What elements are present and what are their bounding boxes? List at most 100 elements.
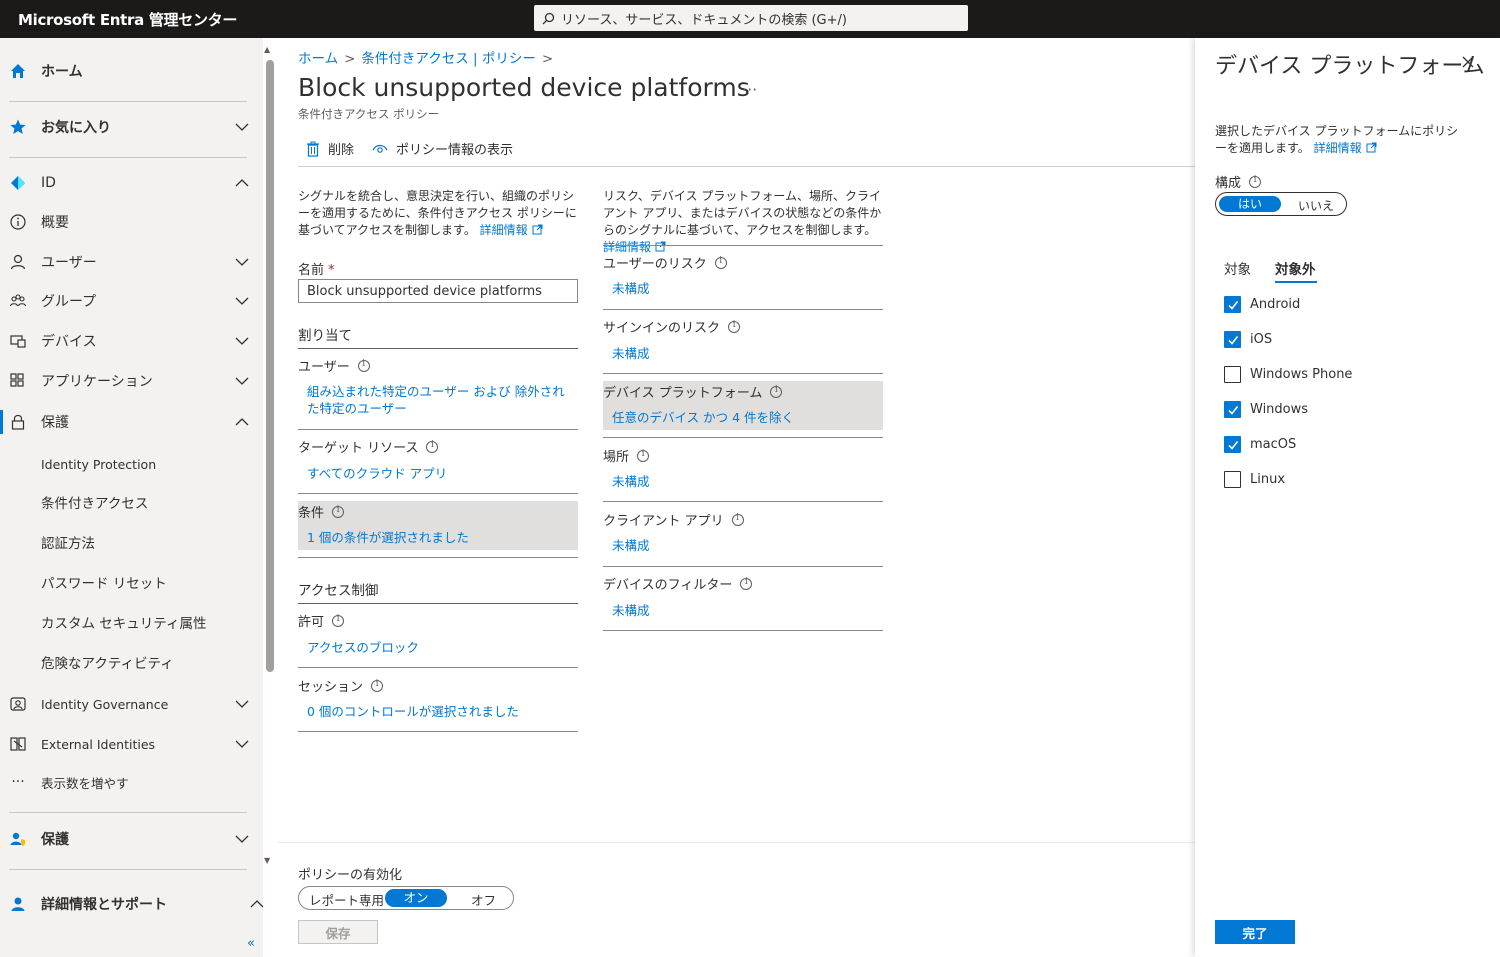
info-icon[interactable]	[1249, 175, 1262, 188]
chevron-down-icon[interactable]	[233, 332, 251, 350]
sidebar-item-users[interactable]: ユーザー	[0, 244, 263, 280]
page-subtitle: 条件付きアクセス ポリシー	[298, 107, 440, 121]
name-input[interactable]: Block unsupported device platforms	[298, 279, 578, 303]
sidebar-item-learn-support[interactable]: 詳細情報とサポート	[0, 886, 264, 922]
section-divider	[298, 348, 578, 349]
view-policy-info-button[interactable]: ポリシー情報の表示	[372, 139, 513, 158]
info-icon[interactable]	[426, 440, 439, 453]
sidebar-item-show-more[interactable]: ··· 表示数を増やす	[0, 764, 263, 800]
info-icon[interactable]	[332, 614, 345, 627]
no-option[interactable]: いいえ	[1298, 197, 1334, 214]
on-option[interactable]: オン	[385, 889, 447, 907]
platform-checkbox-row[interactable]: Windows	[1224, 401, 1308, 418]
users-value-link[interactable]: 組み込まれた特定のユーザー および 除外された特定のユーザー	[307, 383, 572, 417]
chevron-down-icon[interactable]	[233, 735, 251, 753]
chevron-down-icon[interactable]	[233, 118, 251, 136]
info-icon[interactable]	[332, 505, 345, 518]
sidebar-item-risky-activities[interactable]: 危険なアクティビティ	[0, 644, 263, 680]
close-icon[interactable]	[1460, 54, 1476, 70]
more-options-button[interactable]: ···	[742, 80, 757, 99]
info-icon[interactable]	[714, 256, 727, 269]
breadcrumb-home[interactable]: ホーム	[298, 51, 338, 67]
sidebar-item-conditional-access[interactable]: 条件付きアクセス	[0, 484, 263, 520]
sidebar-item-identity-protection[interactable]: Identity Protection	[0, 446, 263, 482]
signin-risk-value-link[interactable]: 未構成	[612, 345, 650, 362]
conditions-value-link[interactable]: 1 個の条件が選択されました	[307, 529, 469, 546]
chevron-down-icon[interactable]	[233, 372, 251, 390]
sidebar-item-auth-methods[interactable]: 認証方法	[0, 524, 263, 560]
sidebar-scrollbar-thumb[interactable]	[266, 60, 274, 672]
enable-policy-toggle[interactable]: レポート専用 オン オフ	[298, 886, 514, 910]
sidebar-item-overview[interactable]: 概要	[0, 204, 263, 240]
learn-more-link[interactable]: 詳細情報	[603, 240, 651, 254]
checkbox-checked[interactable]	[1224, 436, 1241, 453]
sidebar-item-devices[interactable]: デバイス	[0, 323, 263, 359]
grant-value-link[interactable]: アクセスのブロック	[307, 639, 419, 656]
sidebar-item-applications[interactable]: アプリケーション	[0, 363, 263, 399]
report-only-option[interactable]: レポート専用	[309, 890, 384, 909]
sidebar-item-custom-security[interactable]: カスタム セキュリティ属性	[0, 604, 263, 640]
delete-button[interactable]: 削除	[306, 139, 354, 158]
checkbox-checked[interactable]	[1224, 401, 1241, 418]
checkbox-checked[interactable]	[1224, 296, 1241, 313]
yes-option[interactable]: はい	[1219, 196, 1281, 212]
sidebar-item-external-identities[interactable]: External Identities	[0, 726, 263, 762]
sidebar-item-protection-2[interactable]: 保護	[0, 821, 263, 857]
target-resources-value-link[interactable]: すべてのクラウド アプリ	[307, 465, 447, 482]
configure-label: 構成	[1215, 172, 1262, 191]
platform-checkbox-row[interactable]: Windows Phone	[1224, 366, 1352, 383]
device-filter-value-link[interactable]: 未構成	[612, 602, 650, 619]
info-icon[interactable]	[728, 320, 741, 333]
done-button[interactable]: 完了	[1215, 920, 1295, 944]
eye-icon	[372, 144, 388, 153]
info-icon[interactable]	[740, 577, 753, 590]
platform-checkbox-row[interactable]: iOS	[1224, 331, 1272, 348]
sidebar-item-home[interactable]: ホーム	[0, 53, 263, 89]
info-icon[interactable]	[770, 385, 783, 398]
checkbox-checked[interactable]	[1224, 331, 1241, 348]
page-title: Block unsupported device platforms	[298, 73, 750, 102]
info-icon[interactable]	[371, 679, 384, 692]
chevron-up-icon[interactable]	[233, 413, 251, 431]
learn-more-link[interactable]: 詳細情報	[1314, 141, 1362, 155]
off-option[interactable]: オフ	[471, 890, 496, 909]
search-box[interactable]: リソース、サービス、ドキュメントの検索 (G+/)	[534, 5, 968, 31]
sidebar-item-id[interactable]: ID	[0, 165, 263, 201]
scroll-down-arrow-icon[interactable]: ▼	[264, 856, 270, 865]
info-icon[interactable]	[731, 513, 744, 526]
sidebar-item-password-reset[interactable]: パスワード リセット	[0, 564, 263, 600]
platform-checkbox-row[interactable]: Linux	[1224, 471, 1285, 488]
info-icon[interactable]	[637, 449, 650, 462]
sidebar-item-groups[interactable]: グループ	[0, 283, 263, 319]
info-icon[interactable]	[357, 359, 370, 372]
sidebar-item-identity-governance[interactable]: Identity Governance	[0, 686, 263, 722]
session-value-link[interactable]: 0 個のコントロールが選択されました	[307, 703, 519, 720]
location-value-link[interactable]: 未構成	[612, 473, 650, 490]
platform-checkbox-row[interactable]: macOS	[1224, 436, 1296, 453]
tab-exclude[interactable]: 対象外	[1275, 258, 1316, 278]
chevron-down-icon[interactable]	[233, 253, 251, 271]
checkbox-unchecked[interactable]	[1224, 471, 1241, 488]
save-button[interactable]: 保存	[298, 920, 378, 944]
brand-title[interactable]: Microsoft Entra 管理センター	[18, 9, 237, 30]
scroll-up-arrow-icon[interactable]: ▲	[264, 45, 270, 54]
configure-toggle[interactable]: はい いいえ	[1215, 192, 1347, 216]
chevron-down-icon[interactable]	[233, 292, 251, 310]
collapse-sidebar-button[interactable]: «	[247, 936, 255, 951]
sidebar-item-favorites[interactable]: お気に入り	[0, 109, 263, 145]
sidebar-item-protection[interactable]: 保護	[0, 404, 263, 440]
required-asterisk: *	[328, 263, 335, 278]
platform-checkbox-row[interactable]: Android	[1224, 296, 1300, 313]
tab-include[interactable]: 対象	[1224, 258, 1251, 278]
chevron-up-icon[interactable]	[233, 174, 251, 192]
chevron-down-icon[interactable]	[233, 695, 251, 713]
learn-more-link[interactable]: 詳細情報	[480, 223, 528, 237]
platform-label: Windows Phone	[1250, 367, 1353, 382]
checkbox-unchecked[interactable]	[1224, 366, 1241, 383]
chevron-down-icon[interactable]	[233, 830, 251, 848]
user-risk-value-link[interactable]: 未構成	[612, 280, 650, 297]
client-apps-value-link[interactable]: 未構成	[612, 537, 650, 554]
platform-label: Linux	[1250, 472, 1286, 487]
breadcrumb-policies[interactable]: 条件付きアクセス | ポリシー	[361, 51, 535, 67]
device-platform-value-link[interactable]: 任意のデバイス かつ 4 件を除く	[612, 409, 794, 426]
